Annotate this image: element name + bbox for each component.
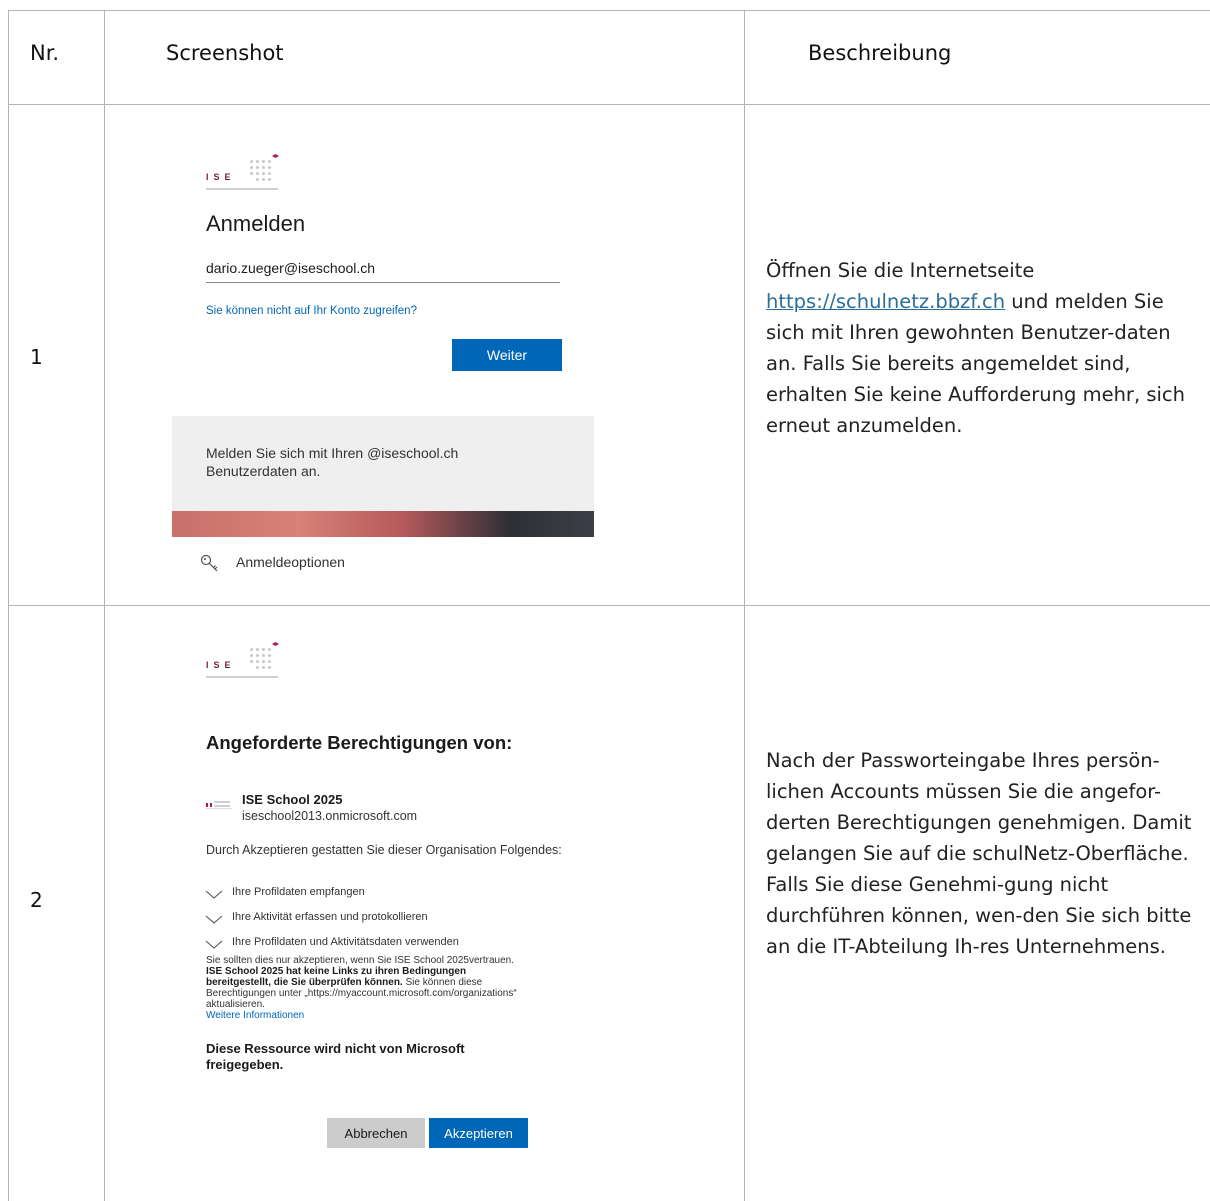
not-verified-warning: Diese Ressource wird nicht von Microsoft… (206, 1041, 465, 1072)
chevron-down-icon (205, 890, 223, 899)
logo-tagline (206, 188, 278, 190)
cancel-button[interactable]: Abbrechen (327, 1118, 425, 1148)
fine-print-text: Sie sollten dies nur akzeptieren, wenn S… (206, 955, 514, 966)
logo-dots (250, 156, 280, 186)
schulnetz-link[interactable]: https://schulnetz.bbzf.ch (766, 290, 1005, 313)
grid-line (8, 605, 1210, 606)
signin-info-box: Melden Sie sich mit Ihren @iseschool.ch … (172, 416, 594, 511)
permission-label: Ihre Profildaten und Aktivitätsdaten ver… (232, 936, 459, 948)
permissions-title: Angeforderte Berechtigungen von: (206, 732, 513, 753)
ise-logo: ISE (206, 642, 281, 684)
row-1-description: Öffnen Sie die Internetseite https://sch… (766, 255, 1206, 441)
row-number: 2 (30, 888, 43, 912)
signin-options-link[interactable]: Anmeldeoptionen (236, 554, 345, 570)
key-icon[interactable] (200, 554, 220, 574)
logo-tagline (206, 676, 278, 678)
org-domain: iseschool2013.onmicrosoft.com (242, 809, 418, 823)
org-name: ISE School 2025 (242, 792, 343, 807)
chevron-down-icon (205, 940, 223, 949)
consent-intro: Durch Akzeptieren gestatten Sie dieser O… (206, 843, 562, 857)
ise-logo: ISE (206, 154, 281, 196)
background-photo (172, 511, 594, 537)
header-nr: Nr. (30, 41, 60, 65)
org-logo-icon (206, 801, 232, 809)
row-number: 1 (30, 345, 43, 369)
consent-fine-print: Sie sollten dies nur akzeptieren, wenn S… (206, 955, 526, 1010)
row-2-description: Nach der Passworteingabe Ihres persön-li… (766, 749, 1192, 958)
grid-line (8, 104, 1210, 105)
consent-screenshot: ISE Angeforderte Berechtigungen von: ISE… (172, 630, 592, 1170)
signin-screenshot: ISE Anmelden Sie können nicht auf Ihr Ko… (172, 140, 594, 580)
header-beschreibung: Beschreibung (808, 41, 952, 65)
permission-label: Ihre Profildaten empfangen (232, 886, 365, 898)
signin-title: Anmelden (206, 211, 306, 236)
description-text: Öffnen Sie die Internetseite (766, 259, 1035, 282)
logo-dots (250, 644, 280, 674)
logo-letters: ISE (206, 660, 236, 670)
signin-info-text: Melden Sie sich mit Ihren @iseschool.ch … (206, 445, 459, 479)
permission-label: Ihre Aktivität erfassen und protokollier… (232, 911, 428, 923)
more-info-link[interactable]: Weitere Informationen (206, 1010, 304, 1021)
header-screenshot: Screenshot (166, 41, 284, 65)
grid-line (8, 10, 1210, 11)
next-button[interactable]: Weiter (452, 339, 562, 371)
email-field[interactable] (206, 254, 560, 283)
chevron-down-icon (205, 915, 223, 924)
accept-button[interactable]: Akzeptieren (429, 1118, 528, 1148)
logo-letters: ISE (206, 172, 236, 182)
cant-access-link[interactable]: Sie können nicht auf Ihr Konto zugreifen… (206, 305, 417, 317)
